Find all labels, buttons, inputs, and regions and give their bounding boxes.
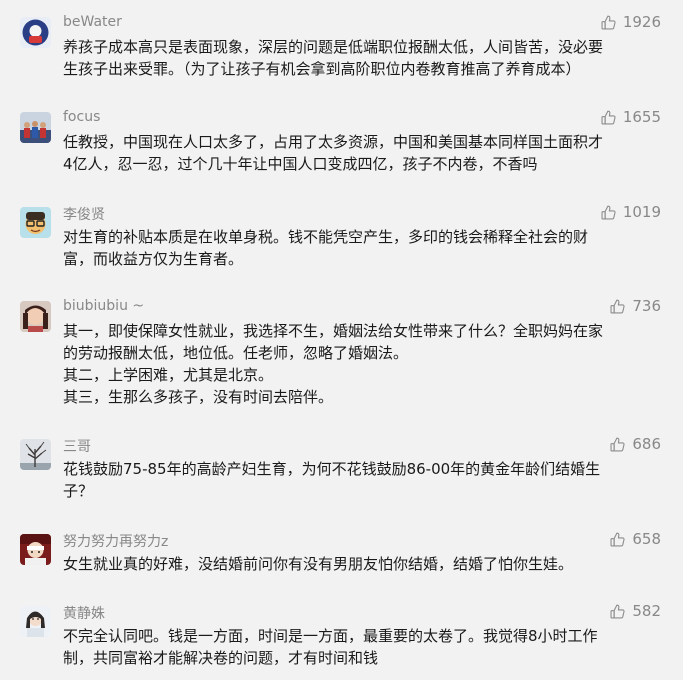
like-button[interactable]: 658 [609, 530, 661, 548]
like-count: 1926 [622, 13, 661, 31]
like-count: 1019 [622, 203, 661, 221]
like-count: 658 [632, 530, 661, 548]
avatar[interactable] [20, 301, 51, 332]
like-button[interactable]: 686 [609, 435, 661, 453]
comment-line: 子？ [63, 482, 94, 500]
comment-line: 女生就业真的好难，没结婚前问你有没有男朋友怕你结婚，结婚了怕你生娃。 [63, 555, 574, 573]
comment-line: 任教授，中国现在人口太多了，占用了太多资源，中国和美国基本同样国土面积才 [63, 133, 604, 151]
username[interactable]: 三哥 [63, 436, 91, 456]
like-button[interactable]: 1655 [600, 108, 661, 126]
avatar[interactable] [20, 207, 51, 238]
like-count: 686 [632, 435, 661, 453]
comment-line: 花钱鼓励75-85年的高龄产妇生育，为何不花钱鼓励86-00年的黄金年龄们结婚生 [63, 460, 601, 478]
username[interactable]: biubiubiu ~ [63, 298, 144, 314]
comment-line: 其三，生那么多孩子，没有时间去陪伴。 [63, 388, 334, 406]
comment-text: 任教授，中国现在人口太多了，占用了太多资源，中国和美国基本同样国土面积才 4亿人，… [63, 131, 663, 175]
like-count: 736 [632, 297, 661, 315]
comment-line: 的劳动报酬太低，地位低。任老师，忽略了婚姻法。 [63, 344, 409, 362]
avatar[interactable] [20, 606, 51, 637]
avatar[interactable] [20, 17, 51, 48]
thumbs-up-icon [600, 204, 617, 221]
comment-line: 制，共同富裕才能解决卷的问题，才有时间和钱 [63, 649, 379, 667]
like-button[interactable]: 1019 [600, 203, 661, 221]
comment-line: 富，而收益方仅为生育者。 [63, 250, 244, 268]
username[interactable]: beWater [63, 14, 122, 30]
thumbs-up-icon [600, 109, 617, 126]
avatar[interactable] [20, 112, 51, 143]
comment-line: 其二，上学困难，尤其是北京。 [63, 366, 274, 384]
thumbs-up-icon [609, 531, 626, 548]
thumbs-up-icon [609, 603, 626, 620]
thumbs-up-icon [600, 14, 617, 31]
like-button[interactable]: 582 [609, 602, 661, 620]
like-count: 582 [632, 602, 661, 620]
avatar[interactable] [20, 534, 51, 565]
username[interactable]: 黄静姝 [63, 603, 105, 623]
comment-line: 对生育的补贴本质是在收单身税。钱不能凭空产生，多印的钱会稀释全社会的财 [63, 228, 589, 246]
comment-line: 其一，即使保障女性就业，我选择不生，婚姻法给女性带来了什么？全职妈妈在家 [63, 322, 604, 340]
thumbs-up-icon [609, 436, 626, 453]
comment-line: 生孩子出来受罪。（为了让孩子有机会拿到高阶职位内卷教育推高了养育成本） [63, 60, 581, 78]
like-count: 1655 [622, 108, 661, 126]
username[interactable]: focus [63, 109, 100, 125]
username[interactable]: 努力努力再努力z [63, 531, 168, 551]
comment-text: 不完全认同吧。钱是一方面，时间是一方面，最重要的太卷了。我觉得8小时工作 制，共同… [63, 625, 663, 669]
thumbs-up-icon [609, 298, 626, 315]
avatar[interactable] [20, 439, 51, 470]
comment-line: 养孩子成本高只是表面现象，深层的问题是低端职位报酬太低，人间皆苦，没必要 [63, 38, 604, 56]
comment-text: 其一，即使保障女性就业，我选择不生，婚姻法给女性带来了什么？全职妈妈在家 的劳动报… [63, 320, 663, 408]
comment-text: 女生就业真的好难，没结婚前问你有没有男朋友怕你结婚，结婚了怕你生娃。 [63, 553, 663, 575]
comment-text: 养孩子成本高只是表面现象，深层的问题是低端职位报酬太低，人间皆苦，没必要 生孩子出… [63, 36, 663, 80]
comment-text: 对生育的补贴本质是在收单身税。钱不能凭空产生，多印的钱会稀释全社会的财 富，而收益… [63, 226, 663, 270]
username[interactable]: 李俊贤 [63, 204, 105, 224]
comment-text: 花钱鼓励75-85年的高龄产妇生育，为何不花钱鼓励86-00年的黄金年龄们结婚生… [63, 458, 663, 502]
like-button[interactable]: 736 [609, 297, 661, 315]
like-button[interactable]: 1926 [600, 13, 661, 31]
comment-line: 4亿人，忍一忍，过个几十年让中国人口变成四亿，孩子不内卷，不香吗 [63, 155, 538, 173]
comment-line: 不完全认同吧。钱是一方面，时间是一方面，最重要的太卷了。我觉得8小时工作 [63, 627, 598, 645]
